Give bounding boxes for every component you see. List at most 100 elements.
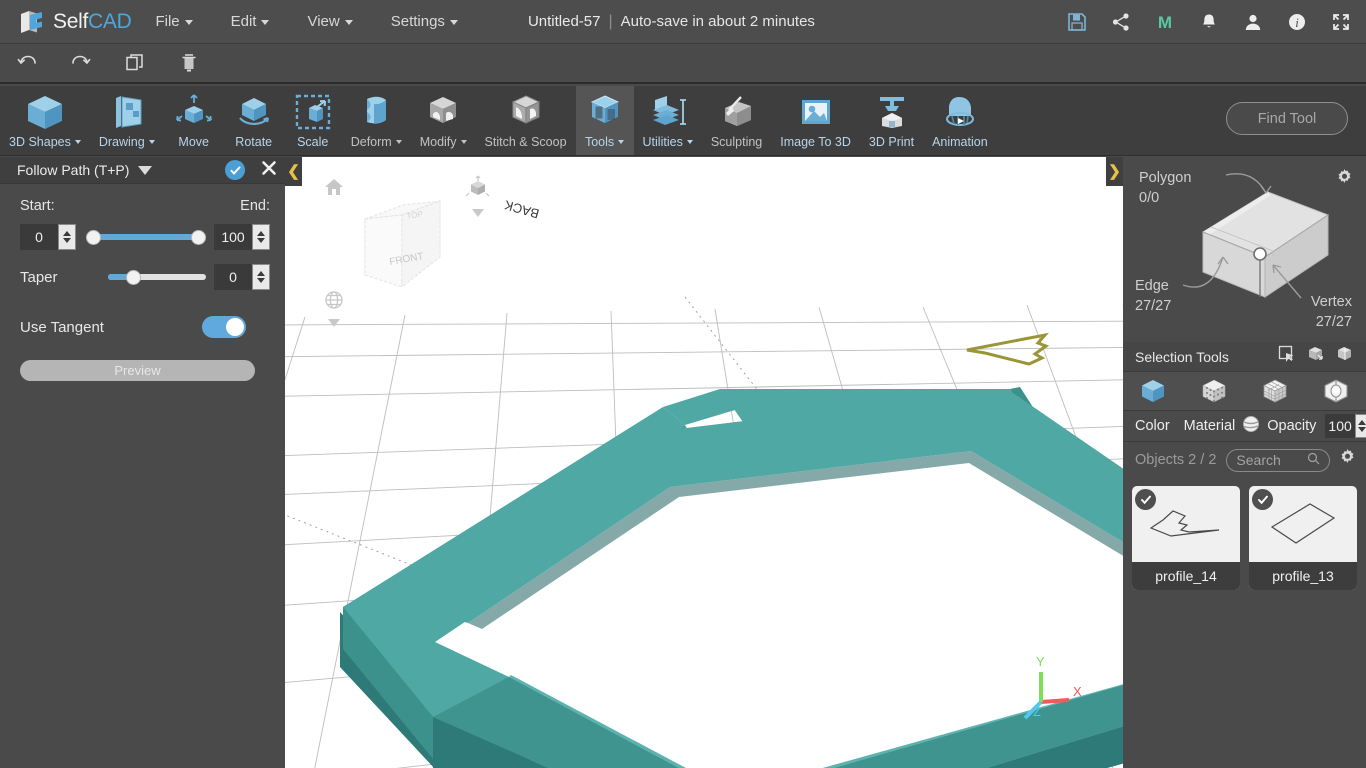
tool-stitch-scoop[interactable]: Stitch & Scoop <box>476 86 576 155</box>
tool-deform[interactable]: Deform <box>342 86 411 155</box>
redo-button[interactable] <box>54 43 108 83</box>
range-slider-knob-start[interactable] <box>86 229 101 245</box>
opacity-value: 100 <box>1328 418 1352 434</box>
brand-cad: CAD <box>88 9 132 33</box>
taper-slider[interactable] <box>108 268 206 286</box>
delete-button[interactable] <box>162 43 216 83</box>
tools-icon <box>585 92 625 132</box>
perspective-view-icon[interactable] <box>465 175 491 217</box>
panel-header: Follow Path (T+P) <box>0 157 285 184</box>
follow-path-panel: Follow Path (T+P) Start: End: 0 100 Tape… <box>0 157 285 768</box>
document-title[interactable]: Untitled-57 <box>528 13 601 30</box>
utilities-icon <box>647 92 689 132</box>
apply-button[interactable] <box>225 160 245 180</box>
list-item[interactable]: profile_13 <box>1249 486 1357 590</box>
object-checkbox[interactable] <box>1135 489 1156 510</box>
collapse-right-panel-button[interactable]: ❯ <box>1106 157 1123 186</box>
tool-tools[interactable]: Tools <box>575 86 634 155</box>
tool-3d-print[interactable]: 3D Print <box>860 86 923 155</box>
3d-viewport[interactable]: TOP FRONT BACK X Y Z <box>285 157 1123 768</box>
collapse-left-panel-button[interactable]: ❮ <box>285 157 302 186</box>
objects-list: profile_14 profile_13 <box>1123 478 1366 590</box>
taper-stepper[interactable] <box>252 264 270 290</box>
end-label: End: <box>240 198 270 214</box>
save-icon[interactable] <box>1066 11 1088 33</box>
use-tangent-row: Use Tangent <box>20 316 270 338</box>
copy-button[interactable] <box>108 43 162 83</box>
opacity-stepper[interactable] <box>1354 414 1366 438</box>
taper-value-input[interactable]: 0 <box>214 264 270 290</box>
image-to-3d-icon <box>796 92 836 132</box>
info-icon[interactable]: i <box>1286 11 1308 33</box>
polygon-mode-icon[interactable] <box>1254 377 1296 405</box>
home-view-icon[interactable] <box>323 176 345 203</box>
tool-animation[interactable]: Animation <box>923 86 997 155</box>
stepper-down-icon <box>257 238 265 243</box>
objects-search-input[interactable]: Search <box>1226 448 1330 472</box>
range-control-row: 0 100 <box>20 224 270 250</box>
stitch-scoop-icon <box>506 92 546 132</box>
fullscreen-icon[interactable] <box>1330 11 1352 33</box>
objects-settings-gear-icon[interactable] <box>1339 449 1356 471</box>
start-value-input[interactable]: 0 <box>20 224 76 250</box>
polygon-stat-value: 0/0 <box>1139 190 1160 206</box>
material-label: Material <box>1183 418 1236 434</box>
tool-drawing[interactable]: Drawing <box>90 86 164 155</box>
chevron-left-icon: ❮ <box>287 163 300 180</box>
undo-button[interactable] <box>0 43 54 83</box>
end-value-input[interactable]: 100 <box>214 224 270 250</box>
taper-slider-knob[interactable] <box>125 269 141 285</box>
start-stepper[interactable] <box>58 224 76 250</box>
title-separator: | <box>608 12 613 30</box>
tool-modify[interactable]: Modify <box>411 86 476 155</box>
start-end-labels: Start: End: <box>20 198 270 214</box>
orbit-globe-icon[interactable] <box>323 289 345 327</box>
list-item[interactable]: profile_14 <box>1132 486 1240 590</box>
rectangle-select-icon[interactable] <box>1278 345 1296 368</box>
panel-collapse-triangle-icon[interactable] <box>138 165 153 175</box>
taper-value: 0 <box>229 269 237 285</box>
sculpting-icon <box>717 92 757 132</box>
box-select-icon[interactable] <box>1307 345 1325 368</box>
preview-button[interactable]: Preview <box>20 360 255 381</box>
notifications-bell-icon[interactable] <box>1198 11 1220 33</box>
menu-edit[interactable]: Edit <box>217 7 284 36</box>
use-tangent-toggle[interactable] <box>202 316 246 338</box>
tool-move[interactable]: Move <box>164 86 224 155</box>
mirror-m-icon[interactable]: M <box>1154 11 1176 33</box>
through-select-icon[interactable] <box>1336 345 1354 368</box>
view-cube: TOP FRONT <box>364 200 441 289</box>
tool-3d-shapes[interactable]: 3D Shapes <box>0 86 90 155</box>
menu-view[interactable]: View <box>293 7 366 36</box>
opacity-input[interactable]: 100 <box>1325 414 1366 438</box>
view-dropdown-icon[interactable] <box>472 209 484 217</box>
close-icon[interactable] <box>261 160 277 181</box>
axis-y-label: Y <box>1036 654 1045 669</box>
selfcad-app: SelfCAD File Edit View Settings Untitled… <box>0 0 1366 768</box>
range-slider[interactable] <box>86 228 206 246</box>
find-tool-input[interactable]: Find Tool <box>1226 102 1348 135</box>
tool-utilities[interactable]: Utilities <box>634 86 702 155</box>
app-logo[interactable]: SelfCAD <box>18 8 132 36</box>
orbit-dropdown-icon[interactable] <box>328 319 340 327</box>
menu-file[interactable]: File <box>141 7 206 36</box>
edge-mode-icon[interactable] <box>1315 377 1357 405</box>
tool-scale[interactable]: Scale <box>284 86 342 155</box>
object-checkbox[interactable] <box>1252 489 1273 510</box>
object-mode-icon[interactable] <box>1132 377 1174 405</box>
menu-settings[interactable]: Settings <box>377 7 472 36</box>
range-slider-knob-end[interactable] <box>191 229 206 245</box>
tool-sculpting[interactable]: Sculpting <box>702 86 771 155</box>
end-stepper[interactable] <box>252 224 270 250</box>
viewport-back-label: BACK <box>502 197 540 221</box>
vertex-mode-icon[interactable] <box>1193 377 1235 405</box>
share-icon[interactable] <box>1110 11 1132 33</box>
stats-settings-gear-icon[interactable] <box>1336 169 1353 191</box>
material-sphere-icon[interactable] <box>1242 415 1260 438</box>
object-name: profile_13 <box>1249 562 1357 590</box>
tool-tools-label: Tools <box>585 135 625 149</box>
user-account-icon[interactable] <box>1242 11 1264 33</box>
tool-rotate[interactable]: Rotate <box>224 86 284 155</box>
axis-z-label: Z <box>1033 704 1041 719</box>
tool-image-to-3d[interactable]: Image To 3D <box>771 86 860 155</box>
